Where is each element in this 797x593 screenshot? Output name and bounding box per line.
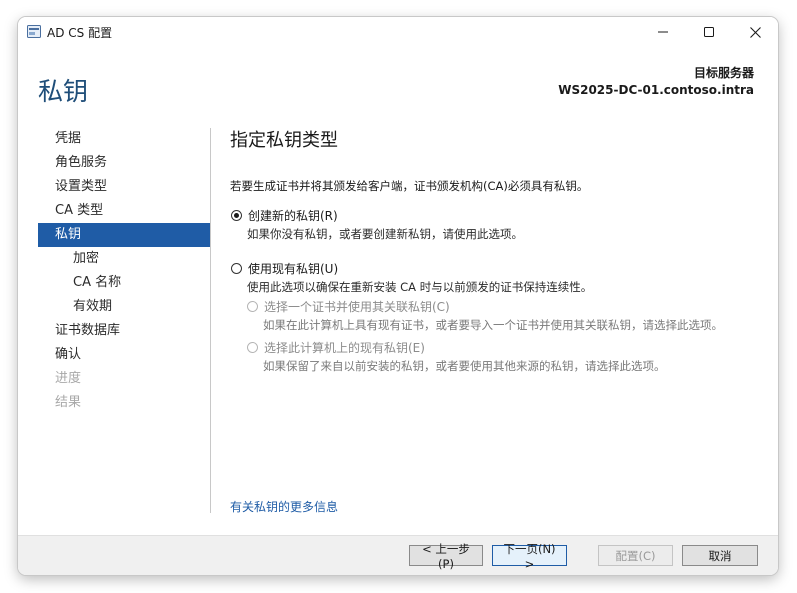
option-create-new-key-description: 如果你没有私钥，或者要创建新私钥，请使用此选项。 — [247, 227, 523, 241]
close-button[interactable] — [732, 17, 778, 47]
nav-item-results: 结果 — [55, 395, 82, 410]
title-bar[interactable]: AD CS 配置 — [18, 17, 778, 47]
configure-button: 配置(C) — [598, 545, 673, 566]
option-use-existing-key-description: 使用此选项以确保在重新安装 CA 时与以前颁发的证书保持连续性。 — [247, 280, 593, 294]
sub-option-select-certificate: 选择一个证书并使用其关联私钥(C) — [247, 298, 450, 315]
minimize-icon — [658, 31, 668, 33]
radio-use-existing-key[interactable] — [231, 263, 242, 274]
nav-item-certificate-database[interactable]: 证书数据库 — [38, 319, 210, 343]
nav-item-validity-period[interactable]: 有效期 — [38, 295, 210, 319]
maximize-button[interactable] — [686, 17, 732, 47]
ad-cs-config-window: AD CS 配置 私钥 目标服务器 WS2025-DC-01.contoso.i… — [18, 17, 778, 575]
option-create-new-key[interactable]: 创建新的私钥(R) — [231, 207, 338, 224]
previous-button[interactable]: < 上一步(P) — [409, 542, 483, 571]
radio-create-new-key[interactable] — [231, 210, 242, 221]
next-button[interactable]: 下一页(N) > — [492, 542, 567, 571]
nav-item-confirmation[interactable]: 确认 — [38, 343, 210, 367]
sub-option-select-existing-key-label: 选择此计算机上的现有私钥(E) — [264, 341, 425, 355]
option-use-existing-key[interactable]: 使用现有私钥(U) — [231, 260, 338, 277]
nav-item-cryptography[interactable]: 加密 — [38, 247, 210, 271]
nav-item-progress: 进度 — [55, 371, 82, 386]
wizard-footer: < 上一步(P) 下一页(N) > 配置(C) 取消 — [18, 535, 778, 575]
target-server-name: WS2025-DC-01.contoso.intra — [558, 83, 754, 97]
wizard-nav: 凭据 角色服务 设置类型 CA 类型 私钥 加密 CA 名称 有效期 证书数据库… — [38, 127, 210, 415]
nav-item-private-key[interactable]: 私钥 — [38, 223, 210, 247]
nav-item-ca-name[interactable]: CA 名称 — [38, 271, 210, 295]
maximize-icon — [704, 27, 714, 37]
sub-option-select-certificate-description: 如果在此计算机上具有现有证书，或者要导入一个证书并使用其关联私钥，请选择此选项。 — [263, 318, 723, 332]
radio-select-certificate — [247, 301, 258, 312]
more-info-link[interactable]: 有关私钥的更多信息 — [230, 498, 338, 515]
nav-item-role-services[interactable]: 角色服务 — [38, 151, 210, 175]
close-icon — [749, 26, 761, 38]
sub-option-select-existing-key-description: 如果保留了来自以前安装的私钥，或者要使用其他来源的私钥，请选择此选项。 — [263, 359, 666, 373]
radio-select-existing-key — [247, 342, 258, 353]
sub-option-select-existing-key: 选择此计算机上的现有私钥(E) — [247, 339, 425, 356]
intro-text: 若要生成证书并将其颁发给客户端，证书颁发机构(CA)必须具有私钥。 — [230, 179, 589, 193]
nav-divider — [210, 128, 211, 513]
minimize-button[interactable] — [640, 17, 686, 47]
nav-item-setup-type[interactable]: 设置类型 — [38, 175, 210, 199]
section-title: 指定私钥类型 — [230, 130, 338, 151]
option-create-new-key-label[interactable]: 创建新的私钥(R) — [248, 207, 338, 224]
window-title: AD CS 配置 — [47, 26, 113, 40]
cancel-button[interactable]: 取消 — [682, 545, 758, 566]
sub-option-select-certificate-label: 选择一个证书并使用其关联私钥(C) — [264, 300, 450, 314]
server-manager-icon — [27, 25, 41, 38]
option-use-existing-key-label[interactable]: 使用现有私钥(U) — [248, 260, 338, 277]
page-heading: 私钥 — [38, 77, 89, 106]
nav-item-ca-type[interactable]: CA 类型 — [38, 199, 210, 223]
target-server-label: 目标服务器 — [693, 66, 754, 80]
nav-item-credentials[interactable]: 凭据 — [38, 127, 210, 151]
